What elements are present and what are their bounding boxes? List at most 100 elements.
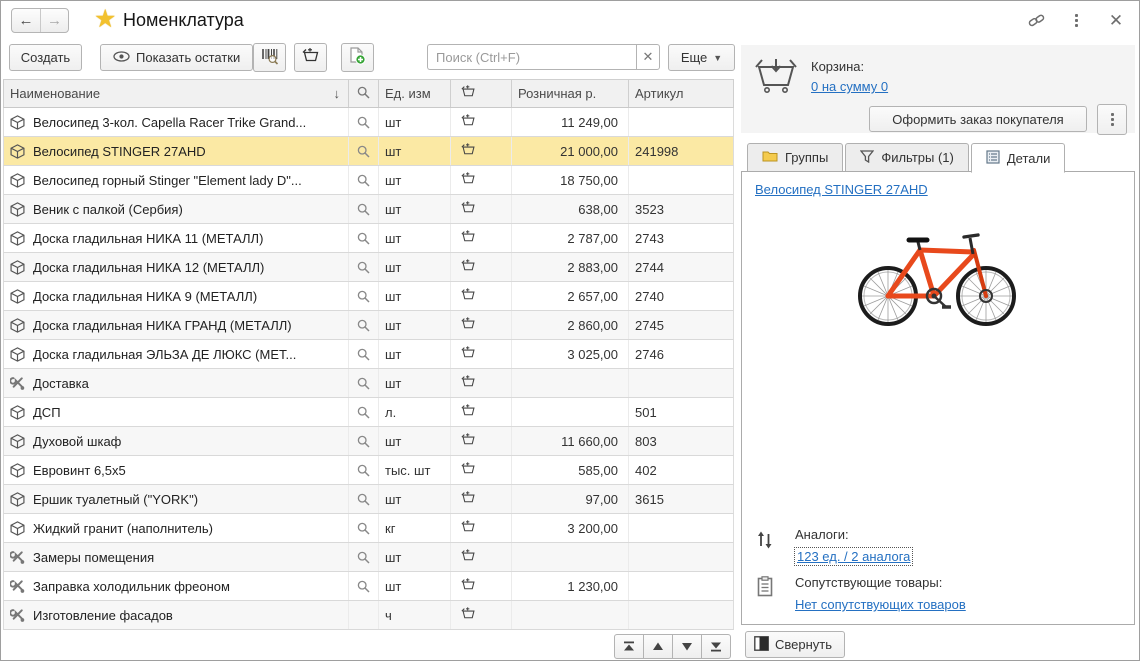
back-button[interactable]: ← [12,9,40,32]
table-row[interactable]: Велосипед STINGER 27AHD шт 21 000,00 241… [3,137,734,166]
search-column-icon [357,86,370,102]
row-search-icon[interactable] [357,261,370,274]
row-search-icon[interactable] [357,348,370,361]
row-add-to-cart-icon[interactable] [461,548,476,566]
column-header-unit[interactable]: Ед. изм [379,80,451,107]
row-search-icon[interactable] [357,493,370,506]
service-icon [10,376,26,391]
basket-icon [755,57,797,98]
service-icon [10,550,26,565]
row-search-icon[interactable] [357,145,370,158]
row-add-to-cart-icon[interactable] [461,606,476,624]
table-row[interactable]: Доска гладильная НИКА 11 (МЕТАЛЛ) шт 2 7… [3,224,734,253]
table-row[interactable]: Евровинт 6,5х5 тыс. шт 585,00 402 [3,456,734,485]
row-search-icon[interactable] [357,116,370,129]
row-search-icon[interactable] [357,290,370,303]
place-order-button[interactable]: Оформить заказ покупателя [869,106,1087,132]
row-search-icon[interactable] [357,580,370,593]
column-header-article[interactable]: Артикул [629,80,733,107]
package-icon [10,288,26,304]
create-button[interactable]: Создать [9,44,82,71]
go-first-button[interactable] [614,634,644,659]
row-add-to-cart-icon[interactable] [461,287,476,305]
row-add-to-cart-icon[interactable] [461,171,476,189]
row-add-to-cart-icon[interactable] [461,142,476,160]
row-search-icon[interactable] [357,522,370,535]
table-row[interactable]: Доставка шт [3,369,734,398]
cart-more-button[interactable] [1097,104,1127,135]
tab-details[interactable]: Детали [970,143,1066,173]
row-search-icon[interactable] [357,377,370,390]
forward-button[interactable]: → [40,9,68,32]
table-row[interactable]: Доска гладильная НИКА 12 (МЕТАЛЛ) шт 2 8… [3,253,734,282]
search-input[interactable] [427,44,636,70]
row-search-icon[interactable] [357,551,370,564]
collapse-panel-button[interactable]: Свернуть [745,631,846,658]
more-button[interactable]: Еще ▼ [668,44,735,71]
show-stock-button[interactable]: Показать остатки [100,44,254,71]
row-add-to-cart-icon[interactable] [461,113,476,131]
row-add-to-cart-icon[interactable] [461,345,476,363]
package-icon [10,462,26,478]
table-row[interactable]: Велосипед 3-кол. Capella Racer Trike Gra… [3,108,734,137]
go-last-button[interactable] [701,634,731,659]
row-search-icon[interactable] [357,406,370,419]
table-row[interactable]: ДСП л. 501 [3,398,734,427]
table-body: Велосипед 3-кол. Capella Racer Trike Gra… [3,108,734,630]
more-menu-icon[interactable] [1067,11,1085,29]
search-clear-icon[interactable]: ✕ [636,44,660,70]
row-add-to-cart-icon[interactable] [461,490,476,508]
column-header-cart[interactable] [451,80,512,107]
row-search-icon[interactable] [357,174,370,187]
row-search-icon[interactable] [357,319,370,332]
row-add-to-cart-icon[interactable] [461,200,476,218]
row-add-to-cart-icon[interactable] [461,432,476,450]
row-add-to-cart-icon[interactable] [461,461,476,479]
go-prev-button[interactable] [643,634,673,659]
row-add-to-cart-icon[interactable] [461,577,476,595]
close-icon[interactable]: ✕ [1107,11,1125,29]
row-add-to-cart-icon[interactable] [461,258,476,276]
row-search-icon[interactable] [357,203,370,216]
table-row[interactable]: Ершик туалетный ("YORK") шт 97,00 3615 [3,485,734,514]
row-add-to-cart-icon[interactable] [461,316,476,334]
service-icon [10,579,26,594]
table-row[interactable]: Доска гладильная НИКА 9 (МЕТАЛЛ) шт 2 65… [3,282,734,311]
row-search-icon[interactable] [357,232,370,245]
analogs-link[interactable]: 123 ед. / 2 аналога [793,547,914,566]
table-row[interactable]: Доска гладильная ЭЛЬЗА ДЕ ЛЮКС (МЕТ... ш… [3,340,734,369]
favorite-star-icon[interactable]: ★ [94,4,116,34]
package-icon [10,404,26,420]
table-row[interactable]: Доска гладильная НИКА ГРАНД (МЕТАЛЛ) шт … [3,311,734,340]
product-link[interactable]: Велосипед STINGER 27AHD [755,182,928,197]
tab-filters[interactable]: Фильтры (1) [845,143,969,172]
table-row[interactable]: Жидкий гранит (наполнитель) кг 3 200,00 [3,514,734,543]
package-icon [10,491,26,507]
column-header-search[interactable] [349,80,379,107]
add-to-cart-button[interactable] [294,43,327,72]
table-row[interactable]: Изготовление фасадов ч [3,601,734,630]
go-next-button[interactable] [672,634,702,659]
copy-link-icon[interactable] [1027,11,1045,29]
column-header-name[interactable]: Наименование ↓ [4,80,349,107]
row-search-icon[interactable] [357,435,370,448]
table-row[interactable]: Веник с палкой (Сербия) шт 638,00 3523 [3,195,734,224]
table-row[interactable]: Замеры помещения шт [3,543,734,572]
row-search-icon[interactable] [357,464,370,477]
table-row[interactable]: Духовой шкаф шт 11 660,00 803 [3,427,734,456]
create-document-button[interactable] [341,43,374,72]
row-add-to-cart-icon[interactable] [461,403,476,421]
barcode-search-button[interactable] [253,43,286,72]
tab-groups[interactable]: Группы [747,143,844,172]
cart-summary-link[interactable]: 0 на сумму 0 [811,79,888,94]
row-add-to-cart-icon[interactable] [461,519,476,537]
row-add-to-cart-icon[interactable] [461,374,476,392]
table-row[interactable]: Заправка холодильник фреоном шт 1 230,00 [3,572,734,601]
column-header-price[interactable]: Розничная р. [512,80,629,107]
row-add-to-cart-icon[interactable] [461,229,476,247]
related-link[interactable]: Нет сопутствующих товаров [795,597,966,612]
table-row[interactable]: Велосипед горный Stinger "Element lady D… [3,166,734,195]
history-nav: ← → [11,8,69,33]
forward-arrow-icon: → [47,12,62,29]
package-icon [10,143,26,159]
